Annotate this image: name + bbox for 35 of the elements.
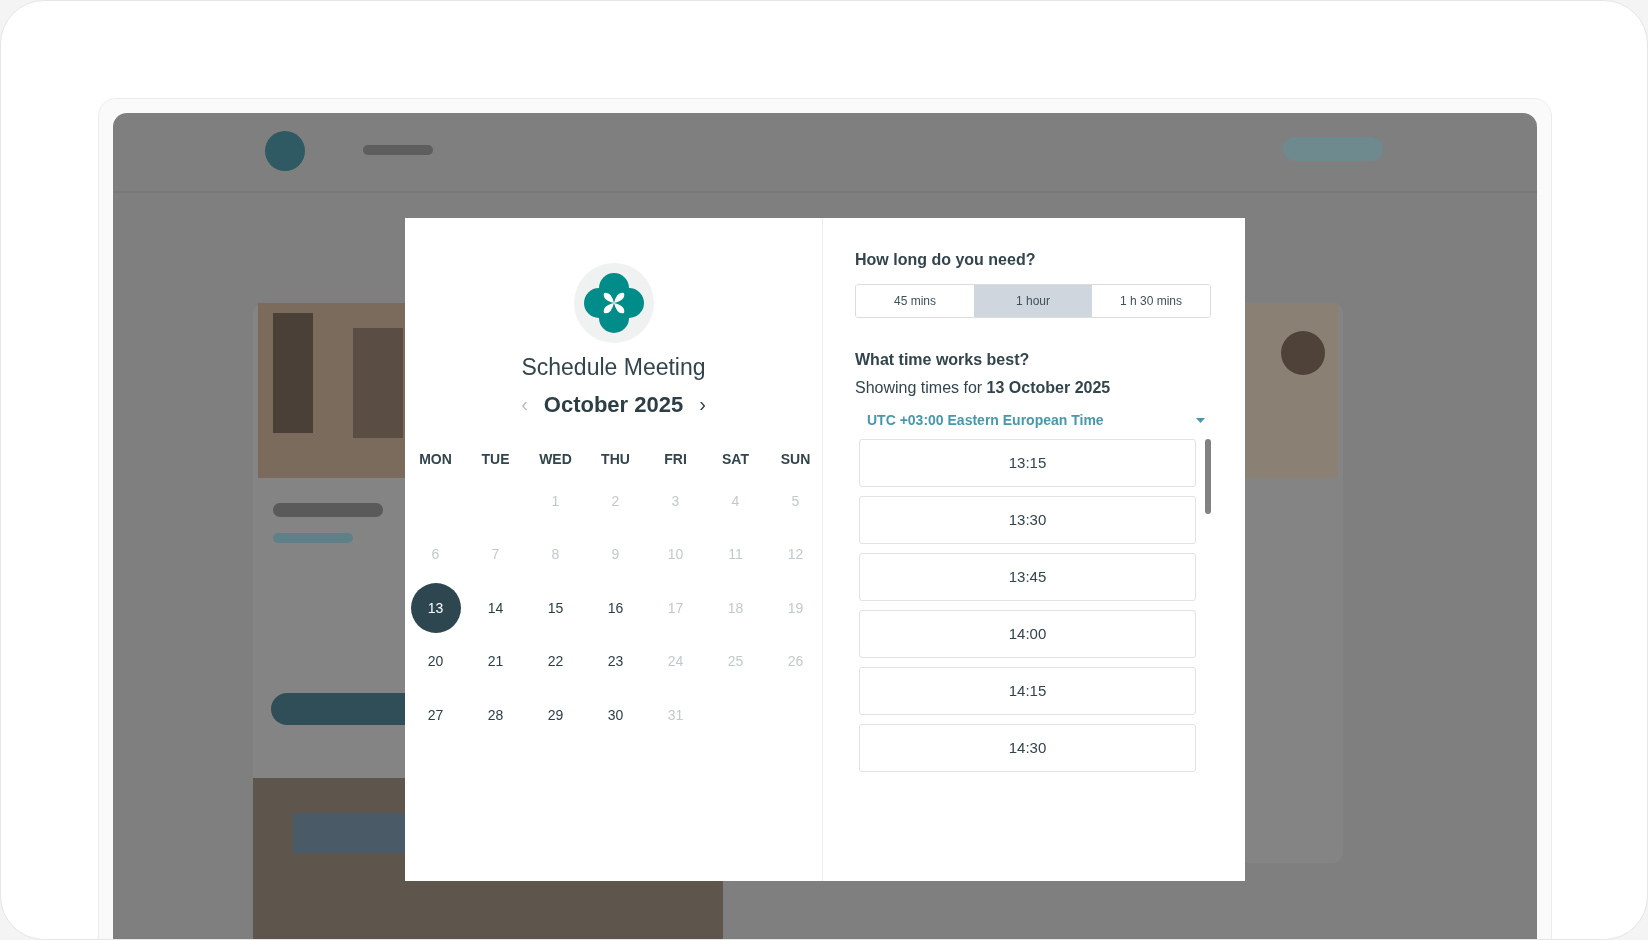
time-slot-button[interactable]: 13:45: [859, 553, 1196, 601]
weekday-label: TUE: [481, 450, 510, 469]
calendar-day[interactable]: 23: [590, 636, 641, 687]
caret-icon: [1196, 418, 1205, 423]
next-month-button[interactable]: ›: [699, 394, 706, 414]
time-question: What time works best?: [855, 350, 1031, 370]
weekday-label: MON: [419, 450, 452, 469]
calendar-day[interactable]: 13: [410, 583, 461, 634]
calendar-day[interactable]: 27: [410, 690, 461, 741]
time-slot-button[interactable]: 14:00: [859, 610, 1196, 658]
calendar-day[interactable]: 29: [530, 690, 581, 741]
weekday-label: SAT: [722, 450, 749, 469]
calendar-day[interactable]: 20: [410, 636, 461, 687]
calendar-day[interactable]: 21: [470, 636, 521, 687]
duration-question: How long do you need?: [855, 250, 1037, 270]
time-slot-button[interactable]: 13:30: [859, 496, 1196, 544]
calendar-day[interactable]: 22: [530, 636, 581, 687]
time-slot-button[interactable]: 14:30: [859, 724, 1196, 772]
weekday-label: WED: [539, 450, 572, 469]
calendar-day[interactable]: 28: [470, 690, 521, 741]
calendar-title: Schedule Meeting: [521, 353, 706, 382]
calendar-day[interactable]: 30: [590, 690, 641, 741]
duration-option[interactable]: 1 hour: [974, 285, 1092, 317]
weekday-label: FRI: [664, 450, 687, 469]
calendar-day[interactable]: 14: [470, 583, 521, 634]
timezone-dropdown[interactable]: UTC +03:00 Eastern European Time: [867, 410, 1205, 431]
scrollbar[interactable]: [1205, 439, 1211, 514]
time-slot-button[interactable]: 14:15: [859, 667, 1196, 715]
calendar-day[interactable]: 15: [530, 583, 581, 634]
calendar-day[interactable]: 16: [590, 583, 641, 634]
weekday-label: SUN: [780, 450, 811, 469]
showing-times-text: Showing times for 13 October 2025: [855, 378, 1112, 398]
month-label: October 2025: [543, 390, 684, 419]
time-slot-button[interactable]: 13:15: [859, 439, 1196, 487]
weekday-label: THU: [601, 450, 630, 469]
